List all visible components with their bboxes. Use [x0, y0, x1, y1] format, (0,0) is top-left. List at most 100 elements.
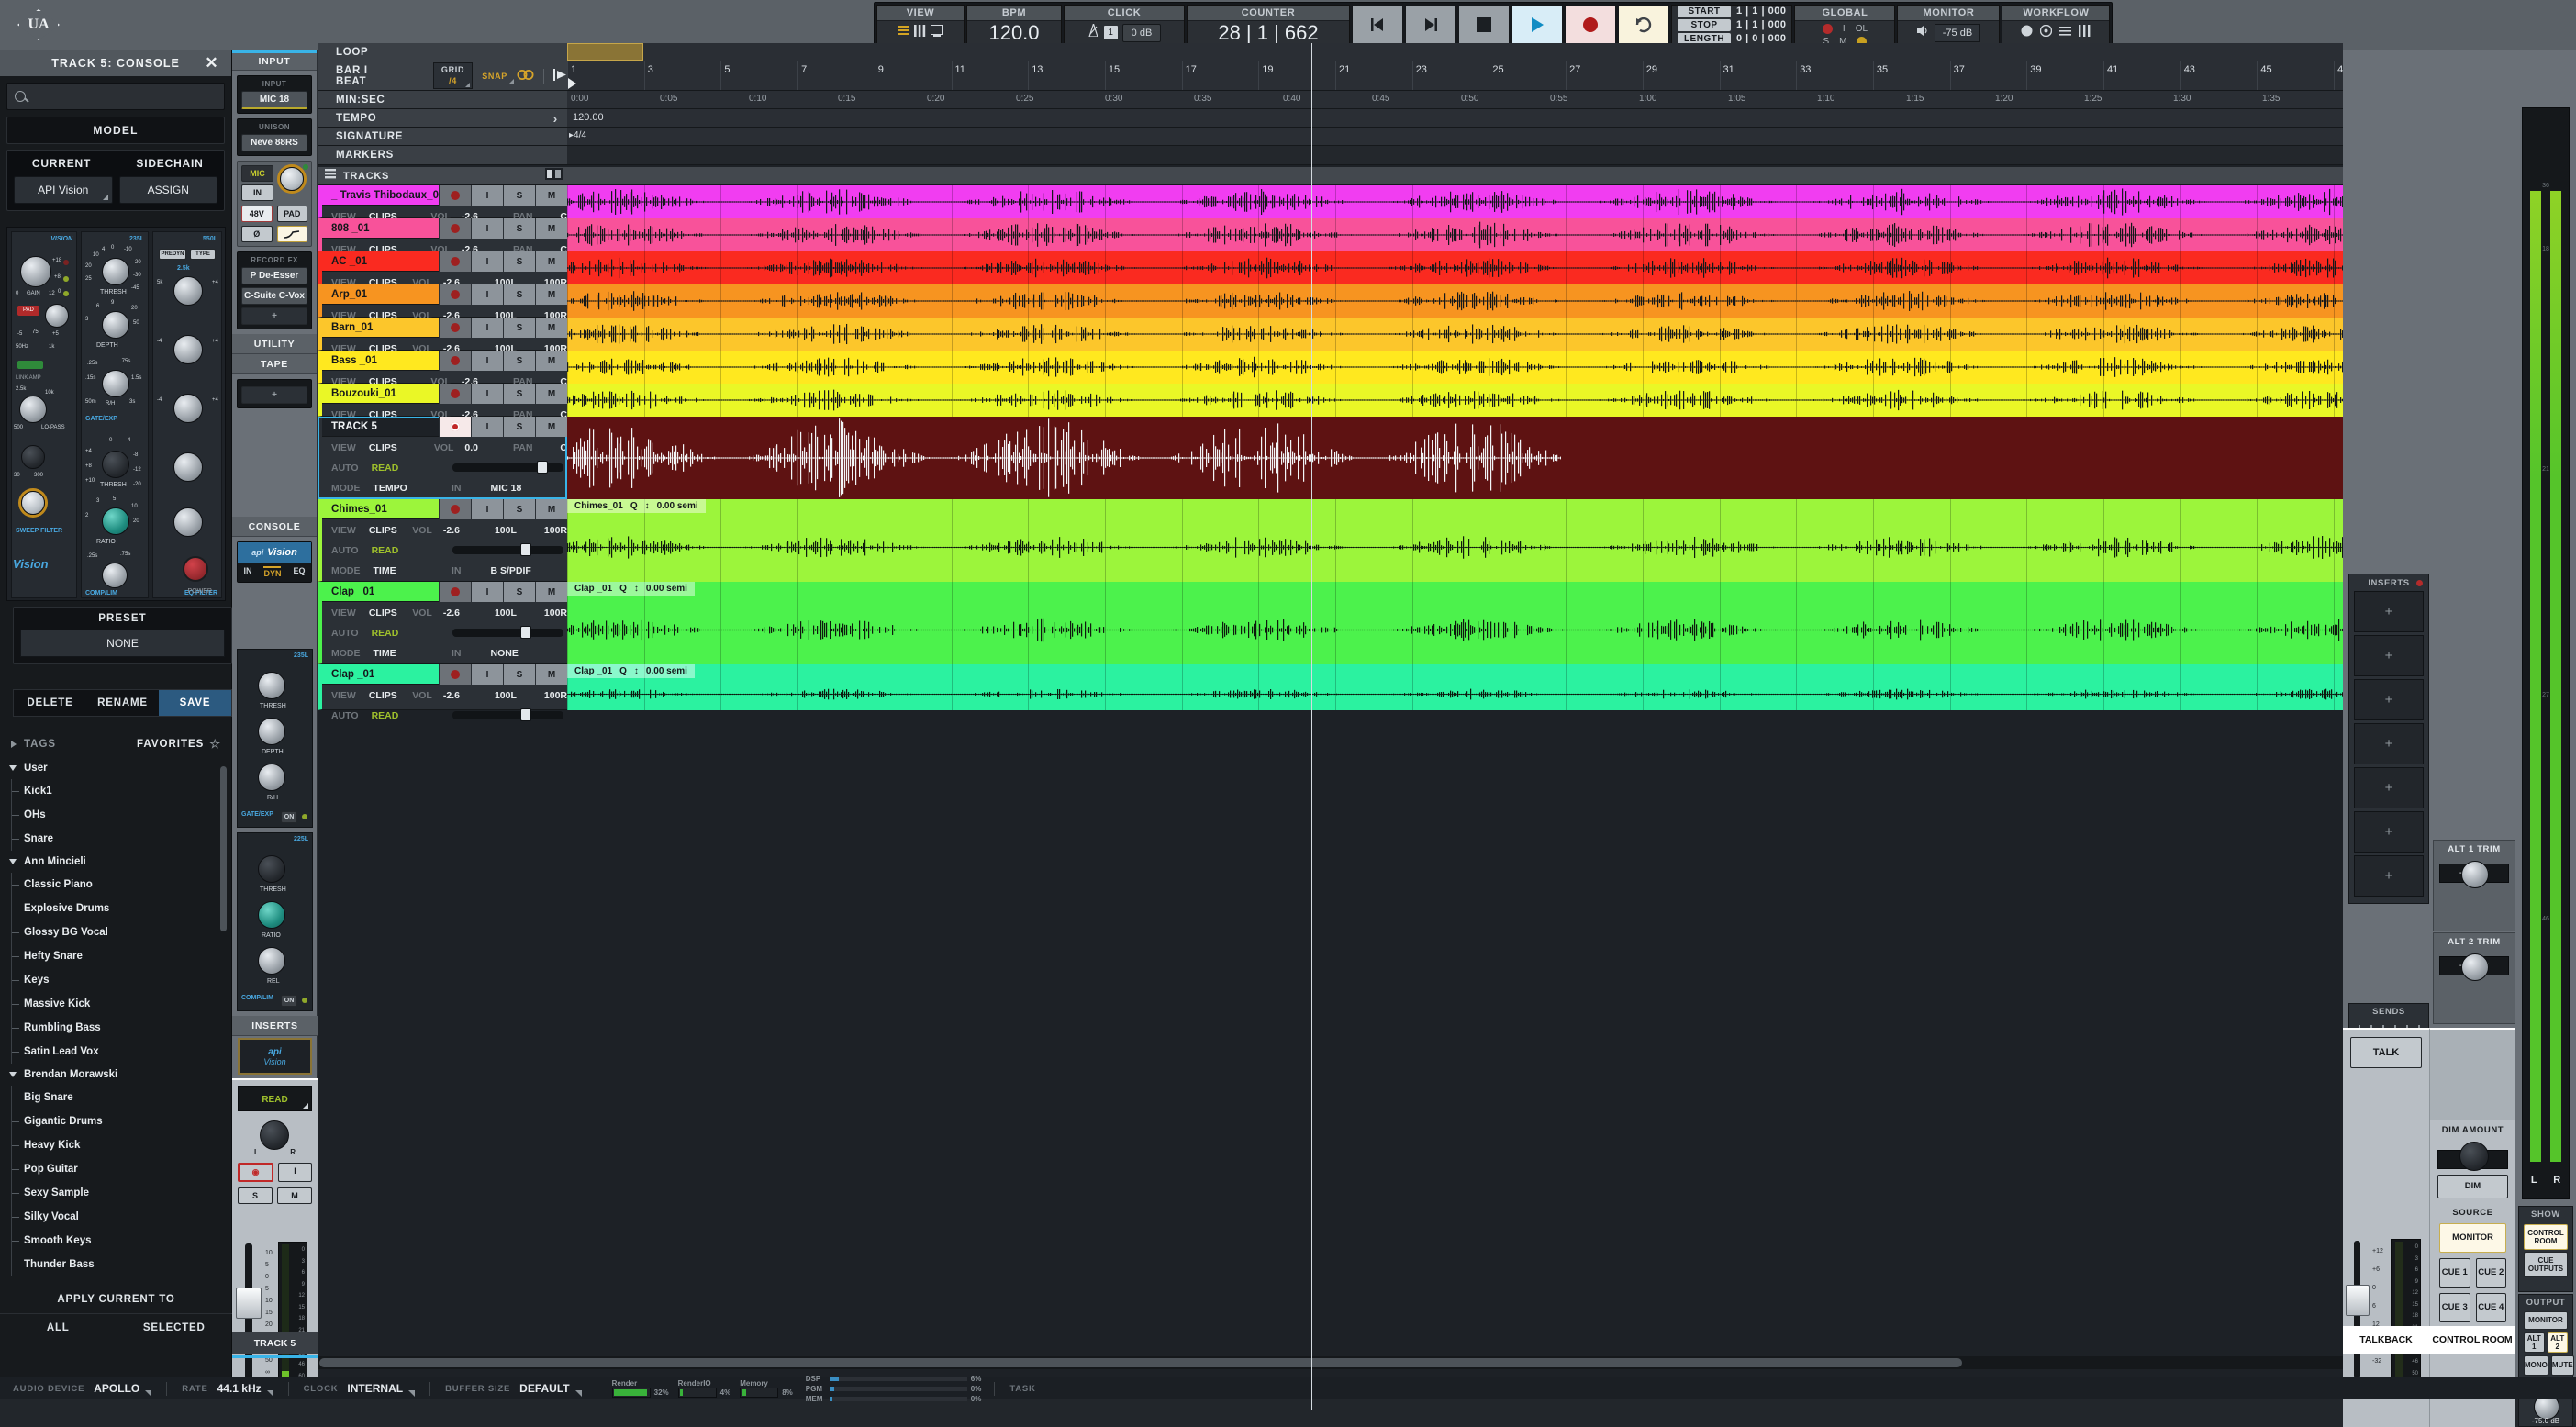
- record-button[interactable]: [1565, 5, 1616, 45]
- auto-value[interactable]: READ: [372, 463, 399, 474]
- track-header[interactable]: Bouzouki_01ISMVIEWCLIPSVOL-2.6PANCAUTORE…: [318, 384, 567, 417]
- view-group[interactable]: VIEW: [876, 5, 965, 45]
- cr-insert-slot-4[interactable]: +: [2354, 723, 2424, 764]
- ruler-body[interactable]: [567, 146, 2343, 164]
- volume-slider[interactable]: [452, 711, 563, 719]
- record-fx-slot-1[interactable]: P De-Esser: [241, 267, 307, 284]
- inserts-section-header[interactable]: INSERTS: [232, 1016, 318, 1036]
- workflow-lines-icon[interactable]: [2059, 25, 2071, 41]
- pan-value[interactable]: 100R: [544, 608, 567, 619]
- cr-insert-slot-5[interactable]: +: [2354, 767, 2424, 808]
- cue-3-button[interactable]: CUE 3: [2439, 1293, 2470, 1322]
- clip-q-button[interactable]: Q: [619, 666, 627, 676]
- preset-item[interactable]: Sexy Sample: [0, 1181, 232, 1205]
- cr-insert-slot-6[interactable]: +: [2354, 811, 2424, 853]
- timecode-group[interactable]: START1 | 1 | 000 STOP1 | 1 | 000 LENGTH0…: [1671, 5, 1792, 45]
- cue-4-button[interactable]: CUE 4: [2476, 1293, 2507, 1322]
- plugin-search-input[interactable]: [6, 83, 225, 110]
- ruler-row-loop[interactable]: LOOP: [318, 43, 2343, 61]
- track-buttons[interactable]: ISM: [439, 218, 567, 239]
- track-mute-button[interactable]: M: [277, 1187, 312, 1204]
- ruler-body[interactable]: [567, 43, 2343, 61]
- pan-value[interactable]: 100R: [544, 525, 567, 536]
- track-record-arm-button[interactable]: [439, 351, 471, 371]
- track-record-arm-button[interactable]: [439, 218, 471, 239]
- cr-insert-slot-2[interactable]: +: [2354, 635, 2424, 676]
- cr-inserts-bypass-led[interactable]: [2416, 580, 2423, 586]
- star-icon[interactable]: ☆: [209, 737, 221, 752]
- track-clip-area[interactable]: [567, 351, 2343, 384]
- rewind-button[interactable]: [1352, 5, 1403, 45]
- track-record-arm-button[interactable]: [439, 499, 471, 519]
- vol-value[interactable]: -2.6: [443, 690, 460, 701]
- track-input-button[interactable]: I: [471, 582, 503, 602]
- fast-forward-button[interactable]: [1405, 5, 1456, 45]
- alt1-trim-panel[interactable]: ALT 1 TRIM -3.6 dB: [2433, 840, 2515, 931]
- close-icon[interactable]: ✕: [204, 55, 220, 72]
- volume-slider[interactable]: [452, 629, 563, 637]
- track-header[interactable]: TRACK 5ISMVIEWCLIPSVOL0.0PANCAUTOREADMOD…: [318, 417, 567, 499]
- tracks-bar[interactable]: TRACKS: [318, 167, 2343, 185]
- view-value[interactable]: CLIPS: [369, 525, 397, 536]
- track-mute-button[interactable]: M: [535, 318, 567, 338]
- track-solo-button[interactable]: S: [503, 284, 535, 305]
- tempo-value[interactable]: 120.00: [573, 112, 604, 123]
- auto-value[interactable]: READ: [372, 628, 399, 639]
- lowcut-filter-button[interactable]: [277, 226, 308, 242]
- ruler-body[interactable]: 1357911131517192123252729313335373941434…: [567, 61, 2343, 90]
- utility-section-header[interactable]: UTILITY: [232, 334, 317, 354]
- view-columns-icon[interactable]: [914, 25, 926, 41]
- track-clip-area[interactable]: Chimes_01Q↕0.00 semi: [567, 499, 2343, 582]
- vol-value[interactable]: 0.0: [464, 442, 478, 453]
- track-input-button[interactable]: I: [471, 384, 503, 404]
- view-screen-icon[interactable]: [931, 25, 943, 41]
- controlroom-footer[interactable]: CONTROL ROOM: [2429, 1326, 2515, 1354]
- tracks-list-icon[interactable]: [325, 168, 338, 184]
- monitor-level-value[interactable]: -75 dB: [1935, 24, 1980, 42]
- track-header[interactable]: Arp_01ISMVIEWCLIPSVOL-2.6100L100RAUTOREA…: [318, 284, 567, 318]
- track-input-button[interactable]: I: [471, 499, 503, 519]
- tab-sidechain[interactable]: SIDECHAIN: [116, 151, 224, 176]
- clip-label[interactable]: Clap _01Q↕0.00 semi: [567, 582, 695, 596]
- track-row[interactable]: 808 _01ISMVIEWCLIPSVOL-2.6PANCAUTOREAD: [318, 218, 2343, 251]
- track-buttons[interactable]: ISM: [439, 318, 567, 338]
- track-input-button[interactable]: I: [471, 417, 503, 437]
- buffer-chevron-icon[interactable]: [575, 1390, 582, 1397]
- track-input-button[interactable]: I: [471, 351, 503, 371]
- track-clip-area[interactable]: [567, 417, 2343, 499]
- track-row[interactable]: TRACK 5ISMVIEWCLIPSVOL0.0PANCAUTOREADMOD…: [318, 417, 2343, 499]
- console-section-header[interactable]: CONSOLE: [232, 517, 317, 537]
- track-row[interactable]: Clap _01ISMVIEWCLIPSVOL-2.6100L100RAUTOR…: [318, 582, 2343, 664]
- cr-insert-slot-7[interactable]: +: [2354, 855, 2424, 897]
- track-solo-button[interactable]: S: [503, 417, 535, 437]
- loop-region[interactable]: [567, 43, 643, 61]
- show-cue-outputs-button[interactable]: CUE OUTPUTS: [2524, 1252, 2568, 1277]
- preset-item[interactable]: Explosive Drums: [0, 897, 232, 920]
- track-mute-button[interactable]: M: [535, 351, 567, 371]
- track-header[interactable]: 808 _01ISMVIEWCLIPSVOL-2.6PANCAUTOREAD: [318, 218, 567, 251]
- ruler-row-signature[interactable]: SIGNATURE▸4/4: [318, 128, 2343, 146]
- automation-mode-select[interactable]: READ: [238, 1086, 312, 1111]
- track-rows[interactable]: _ Travis Thibodaux_01ISMVIEWCLIPSVOL-2.6…: [318, 185, 2343, 1415]
- tab-in[interactable]: IN: [243, 566, 251, 578]
- start-value[interactable]: 1 | 1 | 000: [1736, 6, 1786, 17]
- mode-value[interactable]: TEMPO: [374, 483, 407, 494]
- track-input-button[interactable]: I: [471, 251, 503, 272]
- track-header[interactable]: _ Travis Thibodaux_01ISMVIEWCLIPSVOL-2.6…: [318, 185, 567, 218]
- auto-value[interactable]: READ: [372, 545, 399, 556]
- output-alt1-button[interactable]: ALT 1: [2524, 1332, 2545, 1353]
- preset-item[interactable]: Silky Vocal: [0, 1205, 232, 1229]
- rate-chevron-icon[interactable]: [267, 1390, 273, 1397]
- track-record-arm-button[interactable]: [439, 185, 471, 206]
- track-row[interactable]: Bass _01ISMVIEWCLIPSVOL-2.6PANCAUTOREAD: [318, 351, 2343, 384]
- track-buttons[interactable]: ISM: [439, 351, 567, 371]
- tempo-expand-icon[interactable]: ›: [553, 111, 558, 126]
- track-header[interactable]: Clap _01ISMVIEWCLIPSVOL-2.6100L100RAUTOR…: [318, 664, 567, 710]
- assign-button[interactable]: ASSIGN: [119, 176, 218, 204]
- pan-value[interactable]: 100R: [544, 690, 567, 701]
- mode-value[interactable]: TIME: [374, 648, 396, 659]
- preset-select[interactable]: NONE: [20, 630, 225, 657]
- ruler-row-bar-i-beat[interactable]: BAR I BEATGRID/4SNAP13579111315171921232…: [318, 61, 2343, 91]
- input-value[interactable]: MIC 18: [241, 91, 307, 109]
- track-header[interactable]: Chimes_01ISMVIEWCLIPSVOL-2.6100L100RAUTO…: [318, 499, 567, 582]
